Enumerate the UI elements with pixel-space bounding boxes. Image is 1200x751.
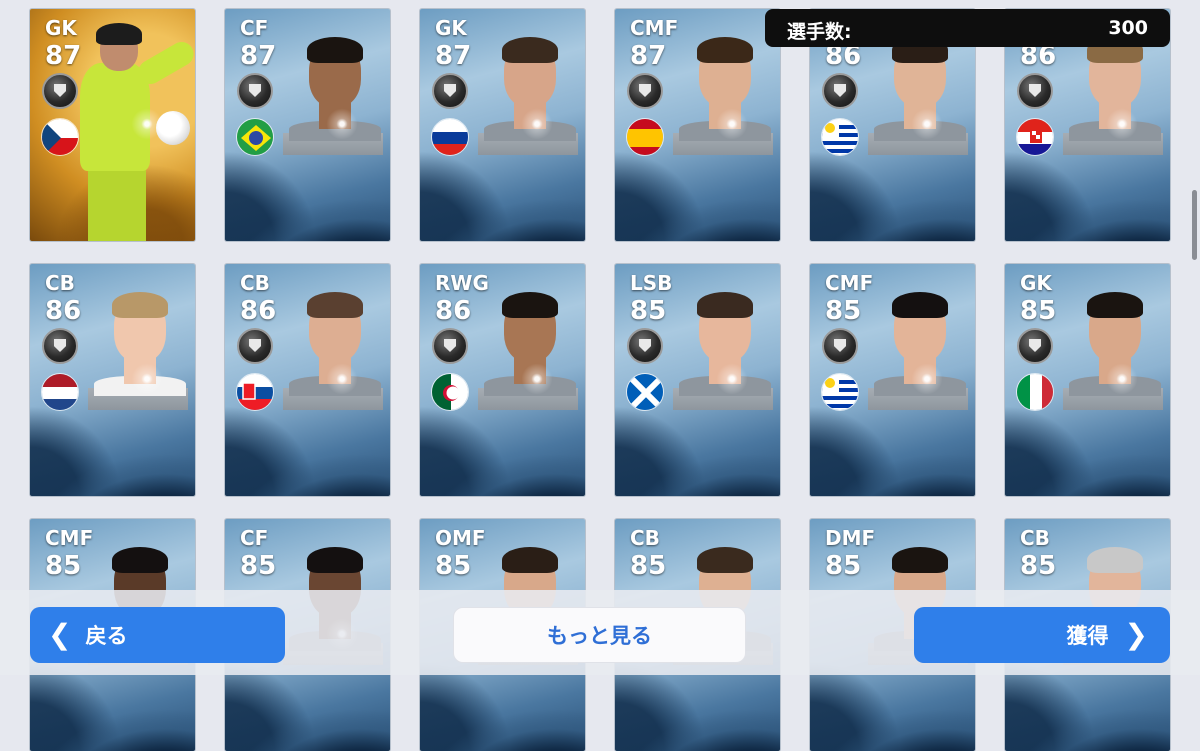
player-card[interactable]: GK 87 [30, 9, 195, 241]
shield-emblem-icon [237, 328, 273, 364]
player-rating: 85 [630, 551, 667, 581]
player-portrait [673, 292, 773, 410]
slovakia-flag-icon [236, 373, 274, 411]
player-rating: 85 [1020, 296, 1057, 326]
player-count-banner: 選手数: 300 [765, 9, 1170, 47]
player-rating: 87 [240, 41, 277, 71]
player-position: CB [45, 271, 75, 295]
player-position: CMF [825, 271, 874, 295]
slovenia-flag-icon [431, 118, 469, 156]
player-card[interactable]: CMF 87 [615, 9, 780, 241]
czech-flag-icon [41, 118, 79, 156]
acquire-button[interactable]: 獲得 ❯ [914, 607, 1170, 663]
shield-emblem-icon [42, 328, 78, 364]
chevron-right-icon: ❯ [1124, 618, 1148, 651]
shield-emblem-icon [42, 73, 78, 109]
player-position: CB [1020, 526, 1050, 550]
player-rating: 85 [1020, 551, 1057, 581]
player-portrait [283, 37, 383, 155]
player-portrait [868, 37, 968, 155]
player-rating: 85 [435, 551, 472, 581]
player-position: GK [1020, 271, 1052, 295]
shield-emblem-icon [1017, 73, 1053, 109]
shield-emblem-icon [627, 73, 663, 109]
acquire-button-label: 獲得 [1066, 624, 1109, 648]
player-portrait [1063, 37, 1163, 155]
show-more-button-label: もっと見る [547, 624, 652, 648]
back-button-label: 戻る [85, 624, 128, 648]
uruguay-flag-icon [821, 373, 859, 411]
netherlands-flag-icon [41, 373, 79, 411]
croatia-flag-icon [1016, 118, 1054, 156]
player-position: CMF [45, 526, 94, 550]
shield-emblem-icon [237, 73, 273, 109]
player-position: CF [240, 526, 269, 550]
player-count-value: 300 [1108, 17, 1148, 39]
chevron-left-icon: ❮ [48, 618, 72, 651]
shield-emblem-icon [627, 328, 663, 364]
player-rating: 86 [240, 296, 277, 326]
brazil-flag-icon [236, 118, 274, 156]
player-card[interactable]: GK 87 [420, 9, 585, 241]
player-portrait [478, 292, 578, 410]
player-position: RWG [435, 271, 489, 295]
back-button[interactable]: ❮ 戻る [30, 607, 285, 663]
player-rating: 85 [825, 551, 862, 581]
show-more-button[interactable]: もっと見る [453, 607, 746, 663]
player-position: CB [240, 271, 270, 295]
player-rating: 87 [435, 41, 472, 71]
player-card[interactable]: CB 86 [225, 264, 390, 496]
player-portrait [868, 292, 968, 410]
player-rating: 87 [630, 41, 667, 71]
uruguay-flag-icon [821, 118, 859, 156]
player-portrait [283, 292, 383, 410]
player-portrait [1063, 292, 1163, 410]
player-rating: 87 [45, 41, 82, 71]
player-rating: 85 [240, 551, 277, 581]
italy-flag-icon [1016, 373, 1054, 411]
player-card[interactable]: GK 85 [1005, 264, 1170, 496]
player-position: CB [630, 526, 660, 550]
scrollbar[interactable] [1192, 190, 1197, 260]
player-card[interactable]: RWG 86 [420, 264, 585, 496]
player-card[interactable]: CB 86 [30, 264, 195, 496]
player-position: CMF [630, 16, 679, 40]
player-rating: 85 [630, 296, 667, 326]
player-rating: 86 [45, 296, 82, 326]
player-position: DMF [825, 526, 876, 550]
player-card[interactable]: LSB 85 [615, 264, 780, 496]
player-portrait [478, 37, 578, 155]
player-rating: 85 [825, 296, 862, 326]
player-rating: 85 [45, 551, 82, 581]
player-position: LSB [630, 271, 673, 295]
player-position: GK [45, 16, 77, 40]
player-rating: 86 [435, 296, 472, 326]
scotland-flag-icon [626, 373, 664, 411]
shield-emblem-icon [822, 328, 858, 364]
player-card[interactable]: CMF 85 [810, 264, 975, 496]
player-portrait [88, 292, 188, 410]
shield-emblem-icon [432, 328, 468, 364]
shield-emblem-icon [1017, 328, 1053, 364]
shield-emblem-icon [432, 73, 468, 109]
player-card-grid: GK87CF87GK87CMF87CMF86CMF86CB86CB86RWG86… [0, 0, 1200, 751]
algeria-flag-icon [431, 373, 469, 411]
player-position: GK [435, 16, 467, 40]
player-card[interactable]: CF 87 [225, 9, 390, 241]
shield-emblem-icon [822, 73, 858, 109]
spain-flag-icon [626, 118, 664, 156]
player-portrait [673, 37, 773, 155]
player-count-label: 選手数: [787, 21, 852, 43]
player-position: CF [240, 16, 269, 40]
player-position: OMF [435, 526, 486, 550]
